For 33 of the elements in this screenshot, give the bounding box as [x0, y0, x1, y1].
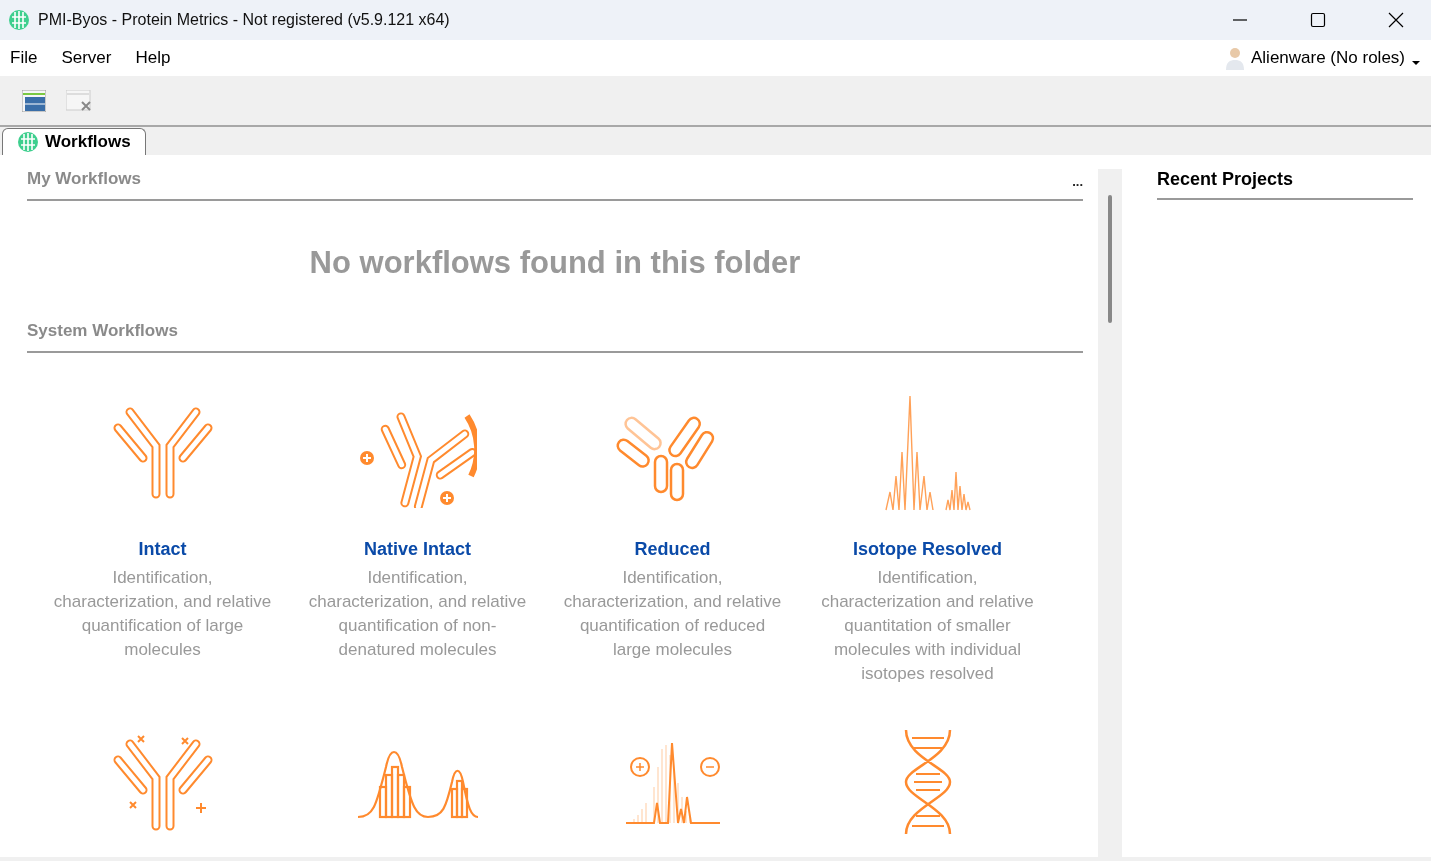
user-name[interactable]: Alienware (No roles)	[1251, 48, 1405, 68]
scrollbar-thumb[interactable]	[1108, 195, 1112, 323]
workflows-tab[interactable]: Workflows	[2, 128, 146, 155]
dna-icon	[902, 728, 953, 836]
antibody-icon	[111, 406, 214, 500]
workflow-description: Identification, characterization and relative quantitation of smaller molecules with individual isotopes resolved	[820, 567, 1035, 685]
section-title: System Workflows	[27, 321, 178, 341]
section-title: Recent Projects	[1157, 169, 1294, 189]
workflow-link[interactable]: Reduced	[634, 539, 711, 560]
app-logo-icon	[8, 9, 30, 31]
antibody-sparkle-icon	[111, 732, 214, 832]
more-button[interactable]: ...	[1072, 174, 1083, 189]
close-window-icon[interactable]	[66, 89, 92, 112]
workflow-link[interactable]: Intact	[138, 539, 187, 560]
menu-item[interactable]: File	[10, 48, 38, 68]
open-window-icon[interactable]	[22, 89, 46, 112]
workflow-description: Identification, characterization, and relative quantification of large molecules	[52, 567, 273, 661]
maximize-icon	[1310, 12, 1326, 28]
minimize-icon	[1232, 19, 1248, 21]
workflow-description: Identification, characterization, and relative quantification of reduced large molecules	[562, 567, 783, 661]
spectrum-peaks-icon	[883, 394, 972, 512]
user-avatar-icon	[1225, 46, 1245, 70]
menu-item[interactable]: Server	[61, 48, 112, 68]
app-logo-icon	[17, 131, 39, 153]
close-icon	[1388, 12, 1404, 28]
scrollbar-track[interactable]	[1098, 169, 1122, 857]
menu-item[interactable]: Help	[135, 48, 171, 68]
window-title: PMI-Byos - Protein Metrics - Not registered (v5.9.121 x64)	[38, 11, 451, 29]
empty-message: No workflows found in this folder	[308, 244, 802, 282]
workflow-description: Identification, characterization, and relative quantification of non-denatured molecules	[307, 567, 528, 661]
workflow-link[interactable]: Isotope Resolved	[852, 539, 1002, 560]
section-title: My Workflows	[27, 169, 141, 189]
workflow-link[interactable]: Native Intact	[363, 539, 471, 560]
